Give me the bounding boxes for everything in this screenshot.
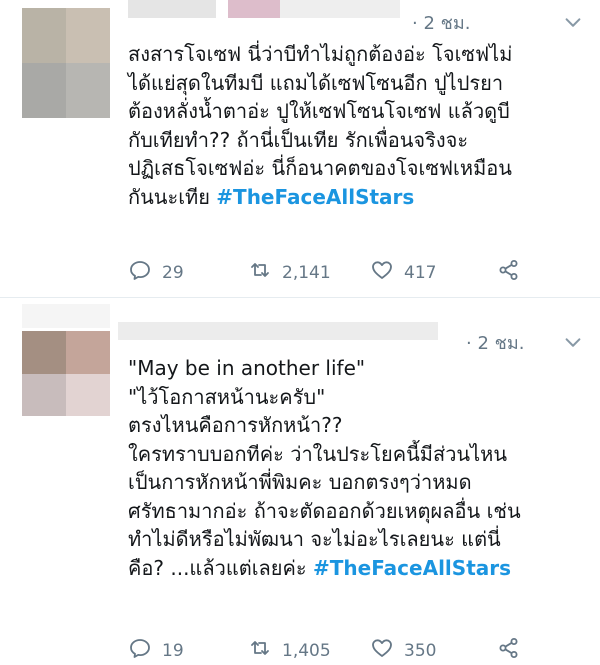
- avatar[interactable]: [22, 8, 110, 118]
- text-line: ปฏิเสธโจเซฟอ่ะ นี่ก็อนาคตของโจเซฟเหมือน: [128, 156, 512, 180]
- tweet: · 2 ชม. "May be in another life" "ไว้โอก…: [0, 298, 600, 665]
- chevron-down-icon[interactable]: [562, 12, 584, 34]
- text-line: คือ? ...แล้วแต่เลยค่ะ: [128, 555, 313, 580]
- like-count: 417: [404, 262, 437, 283]
- text-line: ต้องหลั่งน้ำตาอ่ะ ปูให้เซฟโซนโจเซฟ แล้วด…: [128, 99, 510, 123]
- avatar-top-blur: [22, 304, 110, 328]
- author-handle[interactable]: [280, 0, 400, 18]
- author-name[interactable]: [128, 0, 216, 18]
- share-icon: [497, 258, 521, 287]
- text-line: สงสารโจเซฟ นี่ว่าบีทำไม่ถูกต้องอ่ะ โจเซฟ…: [128, 42, 513, 66]
- reply-count: 19: [162, 640, 184, 661]
- retweet-count: 1,405: [282, 640, 331, 661]
- chevron-down-icon[interactable]: [562, 332, 584, 354]
- author-name[interactable]: [118, 322, 438, 340]
- like-icon: [370, 258, 394, 287]
- text-line: "ไว้โอกาสหน้านะครับ": [128, 384, 326, 409]
- hashtag-link[interactable]: #TheFaceAllStars: [313, 556, 511, 580]
- reply-count: 29: [162, 262, 184, 283]
- tweet-time[interactable]: · 2 ชม.: [466, 328, 524, 357]
- tweet-actions: 19 1,405 350: [128, 636, 521, 665]
- share-icon: [497, 636, 521, 665]
- reply-button[interactable]: 19: [128, 636, 248, 665]
- text-line: ได้แย่สุดในทีมบี แถมได้เซฟโซนอีก ปูไปรยา: [128, 70, 504, 95]
- like-button[interactable]: 350: [370, 636, 497, 665]
- text-line: ใครทราบบอกทีค่ะ ว่าในประโยคนี้มีส่วนไหน: [128, 441, 508, 466]
- share-button[interactable]: [497, 258, 521, 287]
- share-button[interactable]: [497, 636, 521, 665]
- retweet-button[interactable]: 1,405: [248, 636, 370, 665]
- tweet: · 2 ชม. สงสารโจเซฟ นี่ว่าบีทำไม่ถูกต้องอ…: [0, 0, 600, 298]
- tweet-time[interactable]: · 2 ชม.: [412, 8, 470, 37]
- text-line: กันนะเทีย: [128, 184, 217, 209]
- tweet-actions: 29 2,141 417: [128, 258, 521, 287]
- text-line: กับเทียทำ?? ถ้านี่เป็นเทีย รักเพื่อนจริง…: [128, 127, 469, 152]
- author-avatar-blur: [228, 0, 280, 18]
- retweet-count: 2,141: [282, 262, 331, 283]
- text-line: ตรงไหนคือการหักหน้า??: [128, 413, 343, 437]
- text-line: "May be in another life": [128, 356, 366, 380]
- reply-icon: [128, 636, 152, 665]
- retweet-icon: [248, 258, 272, 287]
- like-button[interactable]: 417: [370, 258, 497, 287]
- like-count: 350: [404, 640, 437, 661]
- hashtag-link[interactable]: #TheFaceAllStars: [216, 185, 414, 209]
- reply-icon: [128, 258, 152, 287]
- text-line: เป็นการหักหน้าพี่พิมคะ บอกตรงๆว่าหมด: [128, 470, 472, 494]
- avatar[interactable]: [22, 331, 110, 416]
- text-line: ศรัทธามากอ่ะ ถ้าจะตัดออกด้วยเหตุผลอื่น เ…: [128, 498, 521, 523]
- tweet-text: "May be in another life" "ไว้โอกาสหน้านะ…: [128, 354, 521, 582]
- like-icon: [370, 636, 394, 665]
- tweet-text: สงสารโจเซฟ นี่ว่าบีทำไม่ถูกต้องอ่ะ โจเซฟ…: [128, 40, 512, 211]
- reply-button[interactable]: 29: [128, 258, 248, 287]
- text-line: ทำไม่ดีหรือไม่พัฒนา จะไม่อะไรเลยนะ แต่นี…: [128, 527, 501, 551]
- retweet-icon: [248, 636, 272, 665]
- retweet-button[interactable]: 2,141: [248, 258, 370, 287]
